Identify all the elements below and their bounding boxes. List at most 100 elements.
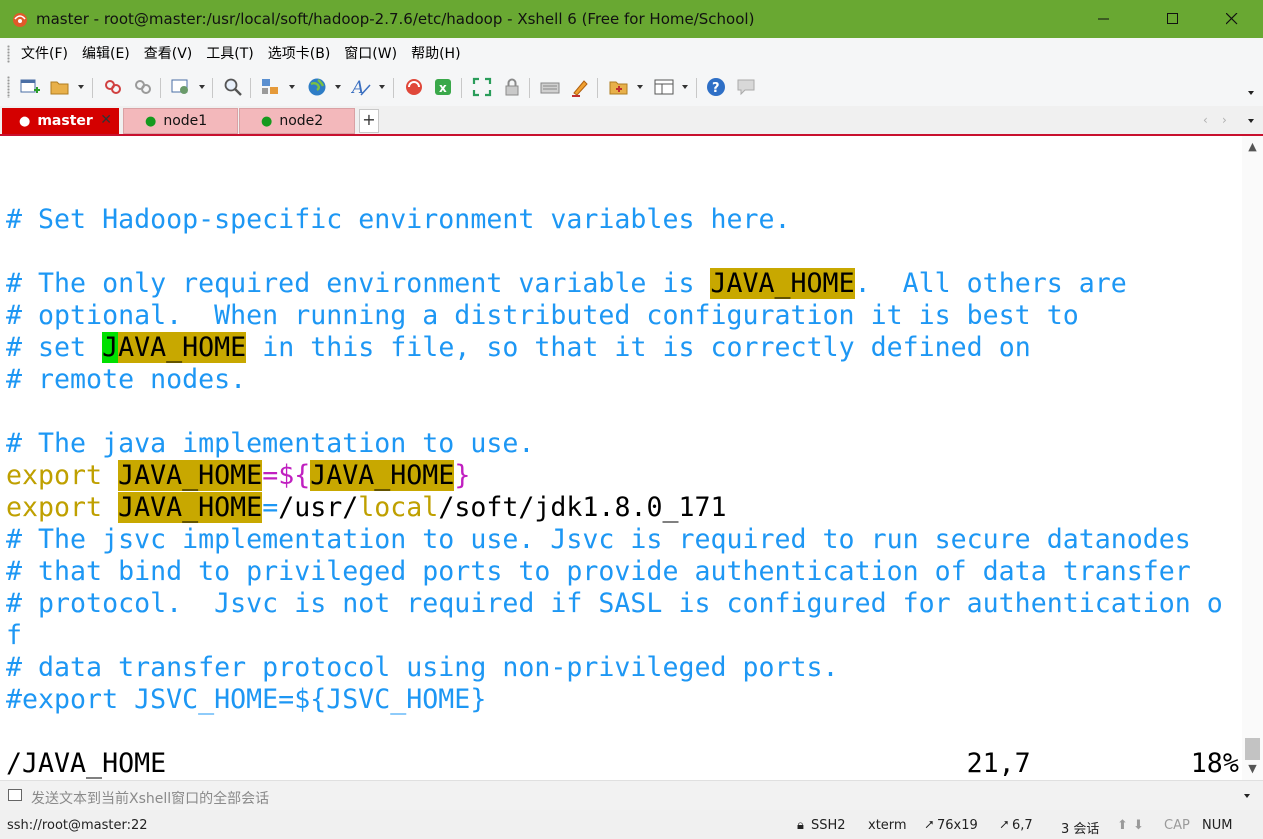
properties-icon[interactable] — [171, 77, 191, 97]
maximize-button[interactable] — [1150, 0, 1196, 38]
menu-grip[interactable] — [7, 45, 10, 63]
disconnect-icon[interactable] — [133, 77, 153, 97]
new-session-icon[interactable] — [20, 77, 40, 97]
toolbar-separator — [92, 78, 93, 98]
terminal-line: # data transfer protocol using non-privi… — [6, 652, 839, 684]
close-tab-icon[interactable]: ✕ — [100, 112, 112, 128]
terminal-text: # set — [6, 332, 103, 363]
scroll-up-icon[interactable]: ▲ — [1242, 138, 1263, 156]
xmanager-icon[interactable]: x — [433, 77, 453, 97]
terminal-text: #export JSVC_HOME=${JSVC_HOME} — [6, 684, 487, 715]
close-icon — [1226, 13, 1238, 25]
status-bar: ssh://root@master:22 🔒︎ SSH2 xterm ⭧ 76x… — [0, 810, 1263, 839]
toolbar-separator — [529, 78, 530, 98]
tab-bar: ● master ✕ ● node1 ● node2 + ‹ › — [0, 106, 1263, 136]
search-match: JAVA_HOME — [710, 268, 855, 299]
svg-text:?: ? — [712, 81, 720, 96]
menu-view[interactable]: 查看(V) — [137, 43, 200, 63]
menu-help[interactable]: 帮助(H) — [404, 43, 467, 63]
compose-input[interactable]: 发送文本到当前Xshell窗口的全部会话 — [31, 788, 269, 808]
session-count-status: 3 会话 — [1061, 822, 1100, 837]
new-tab-button[interactable]: + — [359, 109, 379, 133]
terminal-text: # remote nodes. — [6, 364, 247, 395]
properties-dropdown-icon[interactable] — [199, 85, 205, 89]
terminal-text: # protocol. Jsvc is not required if SASL… — [6, 588, 1223, 619]
chat-icon[interactable] — [736, 77, 756, 97]
terminal-text: # The only required environment variable… — [6, 268, 711, 299]
menu-window[interactable]: 窗口(W) — [337, 43, 404, 63]
session-up-icon[interactable]: ⬆ — [1117, 818, 1128, 833]
find-icon[interactable] — [223, 77, 243, 97]
globe-dropdown-icon[interactable] — [335, 85, 341, 89]
terminal-line: export JAVA_HOME=${JAVA_HOME} — [6, 460, 470, 492]
fullscreen-icon[interactable] — [472, 77, 492, 97]
reconnect-icon[interactable] — [103, 77, 123, 97]
scroll-down-icon[interactable]: ▼ — [1242, 760, 1263, 778]
keyboard-icon[interactable] — [540, 77, 560, 97]
help-icon[interactable]: ? — [706, 77, 726, 97]
lock-icon[interactable] — [502, 77, 522, 97]
transfer-dropdown-icon[interactable] — [289, 85, 295, 89]
add-folder-icon[interactable] — [609, 77, 629, 97]
tab-label: node2 — [279, 113, 324, 129]
terminal-line: # set JAVA_HOME in this file, so that it… — [6, 332, 1031, 364]
toolbar-grip[interactable] — [7, 76, 10, 98]
globe-icon[interactable] — [307, 77, 327, 97]
xftp-icon[interactable] — [404, 77, 424, 97]
transfer-icon[interactable] — [261, 77, 281, 97]
menu-file[interactable]: 文件(F) — [14, 43, 75, 63]
terminal-line: export JAVA_HOME=/usr/local/soft/jdk1.8.… — [6, 492, 727, 524]
terminal-line: #export JSVC_HOME=${JSVC_HOME} — [6, 684, 486, 716]
open-folder-icon[interactable] — [50, 77, 70, 97]
tab-node2[interactable]: ● node2 — [239, 108, 355, 134]
lock-small-icon: 🔒︎ — [797, 818, 804, 833]
close-button[interactable] — [1209, 0, 1255, 38]
tab-master[interactable]: ● master ✕ — [2, 108, 119, 134]
terminal-output[interactable]: # Set Hadoop-specific environment variab… — [0, 136, 1242, 780]
menu-edit[interactable]: 编辑(E) — [75, 43, 137, 63]
connected-dot-icon: ● — [145, 113, 157, 129]
toolbar-separator — [461, 78, 462, 98]
menu-tabs[interactable]: 选项卡(B) — [261, 43, 338, 63]
terminal-text: f — [6, 620, 23, 651]
vertical-scrollbar[interactable]: ▲ ▼ — [1242, 136, 1263, 780]
open-dropdown-icon[interactable] — [78, 85, 84, 89]
xshell-logo-icon — [11, 10, 29, 28]
terminal-text: . All others are — [854, 268, 1127, 299]
terminal-type-status: xterm — [868, 818, 907, 833]
menu-tools[interactable]: 工具(T) — [199, 43, 260, 63]
terminal-text: } — [454, 460, 471, 491]
tab-scroll-right-icon[interactable]: › — [1222, 113, 1227, 127]
tab-node1[interactable]: ● node1 — [123, 108, 238, 134]
terminal-text: # Set Hadoop-specific environment variab… — [6, 204, 791, 235]
tab-list-dropdown-icon[interactable] — [1248, 119, 1254, 123]
title-bar[interactable]: master - root@master:/usr/local/soft/had… — [0, 0, 1263, 38]
tab-scroll-left-icon[interactable]: ‹ — [1203, 113, 1208, 127]
toolbar-overflow-icon[interactable] — [1248, 91, 1254, 95]
terminal-text: # The jsvc implementation to use. Jsvc i… — [6, 524, 1191, 555]
scrollbar-thumb[interactable] — [1245, 738, 1260, 760]
svg-text:x: x — [439, 81, 447, 95]
tab-label: master — [37, 113, 93, 129]
add-folder-dropdown-icon[interactable] — [637, 85, 643, 89]
compose-bar[interactable]: 发送文本到当前Xshell窗口的全部会话 — [0, 780, 1263, 810]
terminal-line: # The jsvc implementation to use. Jsvc i… — [6, 524, 1191, 556]
compose-dropdown-icon[interactable] — [1244, 794, 1250, 798]
minimize-icon — [1098, 13, 1110, 25]
terminal-line: # optional. When running a distributed c… — [6, 300, 1079, 332]
terminal-line: /JAVA_HOME 21,7 18% — [6, 748, 1239, 780]
session-down-icon[interactable]: ⬇ — [1133, 818, 1144, 833]
layout-dropdown-icon[interactable] — [682, 85, 688, 89]
terminal-text: export — [6, 492, 119, 523]
layout-icon[interactable] — [654, 77, 674, 97]
toolbar-separator — [393, 78, 394, 98]
protocol-status: SSH2 — [811, 818, 846, 833]
cursor-arrow-icon: ⭧ — [1000, 818, 1009, 833]
font-dropdown-icon[interactable] — [379, 85, 385, 89]
highlight-icon[interactable] — [570, 77, 590, 97]
toolbar: A x ? — [0, 68, 1263, 106]
font-icon[interactable]: A — [351, 77, 371, 97]
terminal-line: # Set Hadoop-specific environment variab… — [6, 204, 791, 236]
minimize-button[interactable] — [1081, 0, 1127, 38]
compose-icon — [8, 789, 22, 801]
